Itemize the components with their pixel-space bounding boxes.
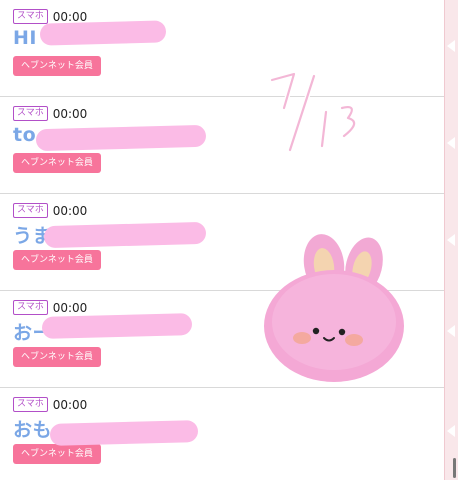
item-meta: スマホ 00:00 [13, 397, 87, 412]
item-meta: スマホ 00:00 [13, 106, 87, 121]
redaction-scribble [35, 124, 207, 152]
side-scrollbar[interactable] [444, 0, 458, 480]
sidebar-notch [447, 40, 455, 52]
member-badge: ヘブンネット会員 [13, 347, 101, 367]
list-item[interactable]: スマホ 00:00 HI ヘブンネット会員 [0, 0, 445, 97]
member-badge: ヘブンネット会員 [13, 444, 101, 464]
member-badge: ヘブンネット会員 [13, 153, 101, 173]
device-badge: スマホ [13, 9, 48, 24]
visit-time: 00:00 [52, 397, 88, 412]
visit-time: 00:00 [52, 106, 88, 121]
visitor-name[interactable]: おも [13, 415, 52, 442]
list-item[interactable]: スマホ 00:00 to ヘブンネット会員 [0, 97, 445, 194]
redaction-scribble [49, 420, 199, 446]
device-badge: スマホ [13, 397, 48, 412]
scrollbar-thumb[interactable] [453, 458, 456, 478]
list-item[interactable]: スマホ 00:00 おも ヘブンネット会員 [0, 388, 445, 485]
pink-bunny-sticker [264, 234, 404, 382]
sidebar-notch [447, 137, 455, 149]
redaction-scribble [41, 313, 193, 339]
visitor-name[interactable]: to [13, 124, 36, 146]
device-badge: スマホ [13, 106, 48, 121]
visit-time: 00:00 [52, 300, 88, 315]
visitor-name[interactable]: HI [13, 27, 37, 49]
visit-time: 00:00 [52, 203, 88, 218]
sidebar-notch [447, 425, 455, 437]
device-badge: スマホ [13, 203, 48, 218]
redaction-scribble [43, 221, 207, 249]
sidebar-notch [447, 325, 455, 337]
item-meta: スマホ 00:00 [13, 203, 87, 218]
device-badge: スマホ [13, 300, 48, 315]
sidebar-notch [447, 234, 455, 246]
item-meta: スマホ 00:00 [13, 300, 87, 315]
visit-time: 00:00 [52, 9, 88, 24]
member-badge: ヘブンネット会員 [13, 56, 101, 76]
redaction-scribble [39, 20, 167, 46]
member-badge: ヘブンネット会員 [13, 250, 101, 270]
handwritten-date [269, 71, 357, 153]
